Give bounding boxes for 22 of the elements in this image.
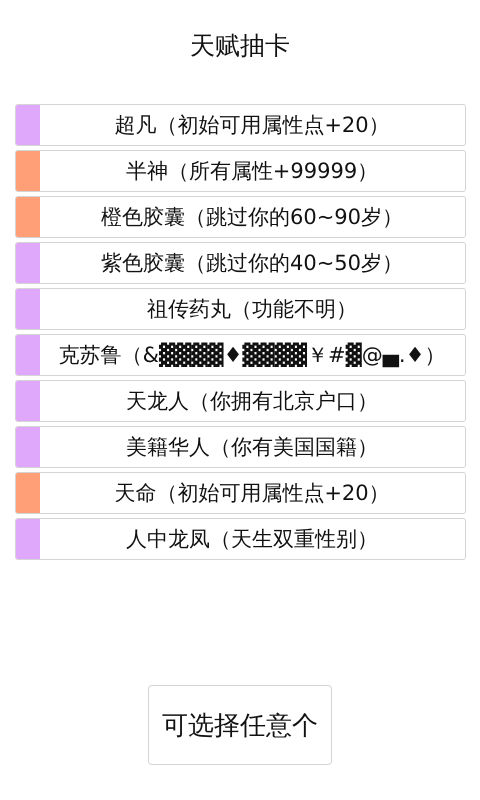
talent-label: 紫色胶囊（跳过你的40~50岁）: [100, 250, 404, 277]
talent-card[interactable]: 克苏鲁（&▓▓▓▓♦▓▓▓▓￥#▓@▄.♦）: [14, 334, 466, 376]
talent-label: 天龙人（你拥有北京户口）: [125, 388, 379, 415]
talent-card[interactable]: 祖传药丸（功能不明）: [14, 288, 466, 330]
talent-card[interactable]: 紫色胶囊（跳过你的40~50岁）: [14, 242, 466, 284]
talent-card[interactable]: 人中龙凤（天生双重性别）: [14, 518, 466, 560]
talent-card[interactable]: 天命（初始可用属性点+20）: [14, 472, 466, 514]
talent-card[interactable]: 天龙人（你拥有北京户口）: [14, 380, 466, 422]
talent-label: 人中龙凤（天生双重性别）: [125, 526, 379, 553]
talent-card[interactable]: 橙色胶囊（跳过你的60~90岁）: [14, 196, 466, 238]
talent-label: 橙色胶囊（跳过你的60~90岁）: [100, 204, 404, 231]
talent-label: 天命（初始可用属性点+20）: [113, 480, 391, 507]
talent-label: 祖传药丸（功能不明）: [146, 296, 358, 323]
talent-card[interactable]: 美籍华人（你有美国国籍）: [14, 426, 466, 468]
talent-label: 美籍华人（你有美国国籍）: [125, 434, 379, 461]
talent-label: 克苏鲁（&▓▓▓▓♦▓▓▓▓￥#▓@▄.♦）: [58, 342, 446, 370]
talent-card[interactable]: 半神（所有属性+99999）: [14, 150, 466, 192]
talent-card[interactable]: 超凡（初始可用属性点+20）: [14, 104, 466, 146]
talent-label: 半神（所有属性+99999）: [124, 158, 380, 185]
select-button[interactable]: 可选择任意个: [148, 685, 332, 765]
page-title: 天赋抽卡: [190, 30, 290, 62]
talent-label: 超凡（初始可用属性点+20）: [113, 112, 391, 139]
